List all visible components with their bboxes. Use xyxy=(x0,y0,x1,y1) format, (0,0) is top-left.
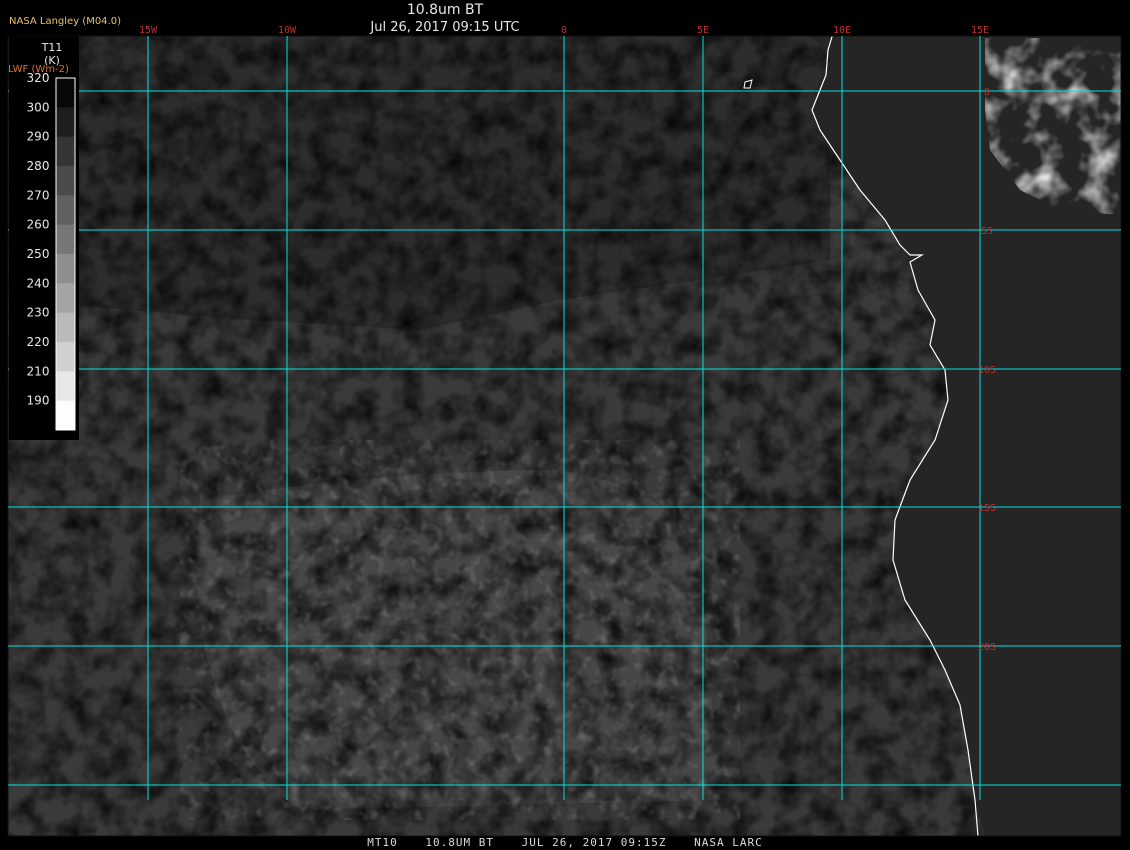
colorbar-swatch xyxy=(56,400,75,431)
colorbar-tick-label: 240 xyxy=(27,276,50,290)
footer-caption: MT10 10.8UM BT JUL 26, 2017 09:15Z NASA … xyxy=(0,836,1130,849)
colorbar-tick-label: 280 xyxy=(27,159,50,173)
colorbar-tick-label: 230 xyxy=(27,306,50,320)
longitude-label: 15E xyxy=(971,25,989,36)
temperature-colorbar: 320300290280270260250240230220210190 T11… xyxy=(8,36,79,440)
colorbar-swatch xyxy=(56,283,75,314)
colorbar-tick-label: 190 xyxy=(27,394,50,408)
footer-source: NASA LARC xyxy=(694,836,763,849)
footer-satellite: MT10 xyxy=(367,836,398,849)
colorbar-tick-label: 220 xyxy=(27,335,50,349)
latitude-label: 5S xyxy=(981,226,993,237)
colorbar-tick-label: 250 xyxy=(27,247,50,261)
colorbar-swatches xyxy=(55,77,76,431)
colorbar-swatch xyxy=(56,136,75,167)
longitude-label: 5E xyxy=(697,25,709,36)
legend-secondary-label: LWF (Wm-2) xyxy=(8,64,69,75)
credit-label: NASA Langley (M04.0) xyxy=(9,16,121,27)
colorbar-swatch xyxy=(56,78,75,108)
product-title: 10.8um BT xyxy=(406,2,484,18)
colorbar-swatch xyxy=(56,371,75,402)
datetime-label: Jul 26, 2017 09:15 UTC xyxy=(370,20,520,35)
longitude-label: 10W xyxy=(278,25,297,36)
colorbar-swatch xyxy=(56,166,75,196)
colorbar-tick-label: 260 xyxy=(27,218,50,232)
legend-variable: T11 xyxy=(41,41,63,54)
colorbar-tick-label: 270 xyxy=(27,188,50,202)
latitude-label: 20S xyxy=(978,642,996,653)
colorbar-swatch xyxy=(56,254,75,284)
colorbar-swatch xyxy=(56,195,75,226)
latitude-label: 15S xyxy=(978,503,996,514)
latitude-label: 0 xyxy=(984,87,990,98)
latitude-label: 10S xyxy=(978,365,996,376)
footer-channel: 10.8UM BT xyxy=(425,836,495,849)
satellite-map: 15W 10W 0 5E 10E 15E05S10S15S20S 320300290280… xyxy=(7,25,1122,837)
longitude-label: 0 xyxy=(561,25,567,36)
ocean-texture xyxy=(180,440,740,820)
longitude-label: 15W xyxy=(139,25,158,36)
colorbar-swatch xyxy=(56,107,75,138)
colorbar-swatch xyxy=(56,312,75,343)
longitude-label: 10E xyxy=(833,25,851,36)
colorbar-tick-label: 210 xyxy=(27,364,50,378)
colorbar-tick-label: 300 xyxy=(27,100,50,114)
footer-timestamp: JUL 26, 2017 09:15Z xyxy=(521,836,667,849)
colorbar-swatch xyxy=(56,342,75,372)
colorbar-swatch xyxy=(56,224,75,255)
colorbar-tick-label: 290 xyxy=(27,130,50,144)
